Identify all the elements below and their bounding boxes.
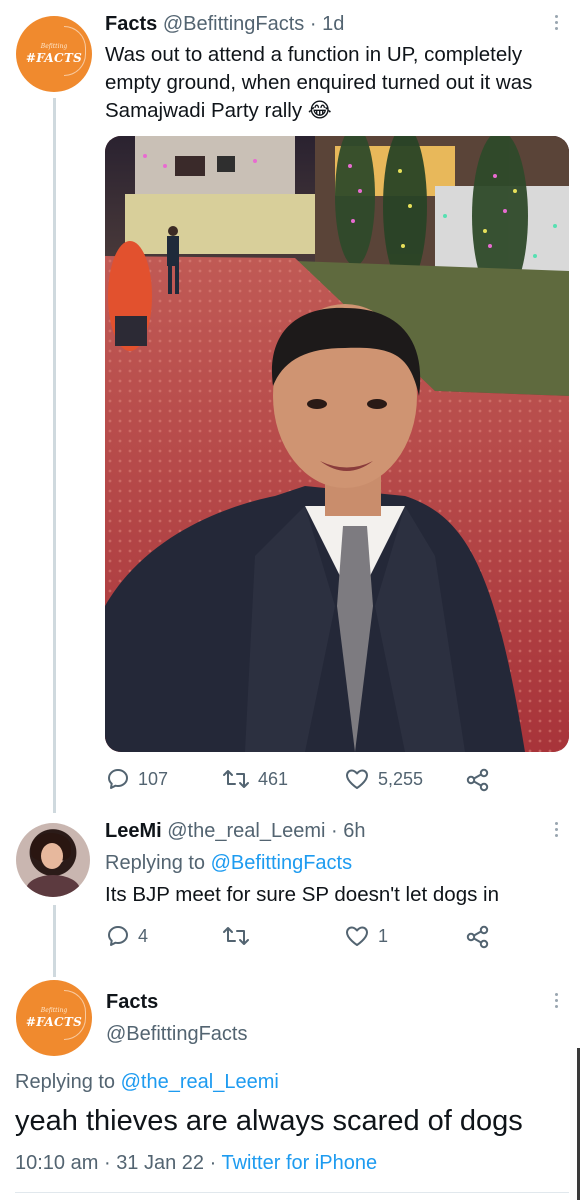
avatar-shoulder — [26, 875, 80, 897]
replying-to-prefix: Replying to — [105, 852, 206, 874]
more-options-icon[interactable] — [553, 15, 559, 30]
divider — [15, 1192, 569, 1193]
retweet-count: 461 — [258, 768, 289, 789]
share-action[interactable] — [465, 924, 491, 950]
reply-header: LeeMi @the_real_Leemi · 6h — [105, 817, 365, 845]
tweet-photo[interactable] — [105, 136, 569, 752]
like-action[interactable]: 5,255 — [344, 767, 423, 791]
scroll-indicator[interactable] — [577, 1048, 580, 1200]
logo-ring — [64, 990, 86, 1040]
like-icon — [346, 769, 368, 789]
author-handle[interactable]: @BefittingFacts — [163, 13, 304, 35]
avatar-face — [41, 843, 63, 869]
reply-icon — [108, 926, 128, 946]
tweet-age[interactable]: 1d — [322, 13, 344, 35]
share-icon — [466, 768, 489, 792]
author-name[interactable]: LeeMi — [105, 820, 162, 842]
reply-text: Its BJP meet for sure SP doesn't let dog… — [105, 883, 500, 906]
reply-icon — [108, 769, 128, 789]
author-handle[interactable]: @the_real_Leemi — [167, 820, 325, 842]
replying-to-handle[interactable]: @BefittingFacts — [211, 852, 352, 874]
tweet-date[interactable]: 31 Jan 22 — [116, 1152, 204, 1174]
reply-count: 107 — [138, 768, 169, 789]
retweet-icon — [223, 927, 249, 945]
reply-action[interactable]: 107 — [106, 767, 168, 791]
tweet-text-line: empty ground, when enquired turned out i… — [105, 71, 533, 94]
facts-avatar[interactable]: Befitting #FACTS — [16, 16, 92, 92]
facts-avatar[interactable]: Befitting #FACTS — [16, 980, 92, 1056]
leemi-avatar[interactable] — [16, 823, 90, 897]
replying-to-prefix: Replying to — [15, 1071, 116, 1093]
like-count: 1 — [378, 925, 389, 946]
author-name[interactable]: Facts — [105, 13, 157, 35]
tweet-time[interactable]: 10:10 am — [15, 1152, 98, 1174]
retweet-action[interactable] — [222, 924, 258, 948]
separator-dot: · — [209, 1152, 217, 1174]
reply-action[interactable]: 4 — [106, 924, 148, 948]
separator-dot: · — [331, 820, 338, 842]
share-icon — [466, 925, 489, 949]
tweet-text-line: Samajwadi Party rally 😂 — [105, 99, 332, 122]
reply-count: 4 — [138, 925, 149, 946]
tweet-text: Was out to attend a function in UP, comp… — [105, 41, 575, 125]
retweet-icon — [223, 770, 249, 788]
like-icon — [346, 926, 368, 946]
retweet-action[interactable]: 461 — [222, 767, 288, 791]
focus-tweet-text: yeah thieves are always scared of dogs — [15, 1105, 523, 1137]
logo-ring — [64, 26, 86, 76]
separator-dot: · — [309, 13, 317, 35]
share-action[interactable] — [465, 767, 491, 793]
separator-dot: · — [103, 1152, 111, 1174]
more-options-icon[interactable] — [553, 993, 559, 1008]
more-options-icon[interactable] — [553, 822, 559, 837]
thread-line — [53, 905, 56, 977]
replying-to: Replying to @the_real_Leemi — [15, 1068, 279, 1096]
tweet-client[interactable]: Twitter for iPhone — [221, 1152, 377, 1174]
like-action[interactable]: 1 — [344, 924, 388, 948]
author-handle[interactable]: @BefittingFacts — [106, 1020, 247, 1048]
tweet-meta: 10:10 am · 31 Jan 22 · Twitter for iPhon… — [15, 1152, 377, 1175]
photo-illustration — [105, 136, 569, 752]
author-name[interactable]: Facts — [106, 988, 158, 1016]
reply-age[interactable]: 6h — [343, 820, 365, 842]
tweet-text-line: Was out to attend a function in UP, comp… — [105, 43, 523, 66]
replying-to-handle[interactable]: @the_real_Leemi — [121, 1071, 279, 1093]
thread-line — [53, 98, 56, 813]
replying-to: Replying to @BefittingFacts — [105, 849, 352, 877]
tweet-header: Facts @BefittingFacts · 1d — [105, 10, 344, 38]
like-count: 5,255 — [378, 768, 424, 789]
